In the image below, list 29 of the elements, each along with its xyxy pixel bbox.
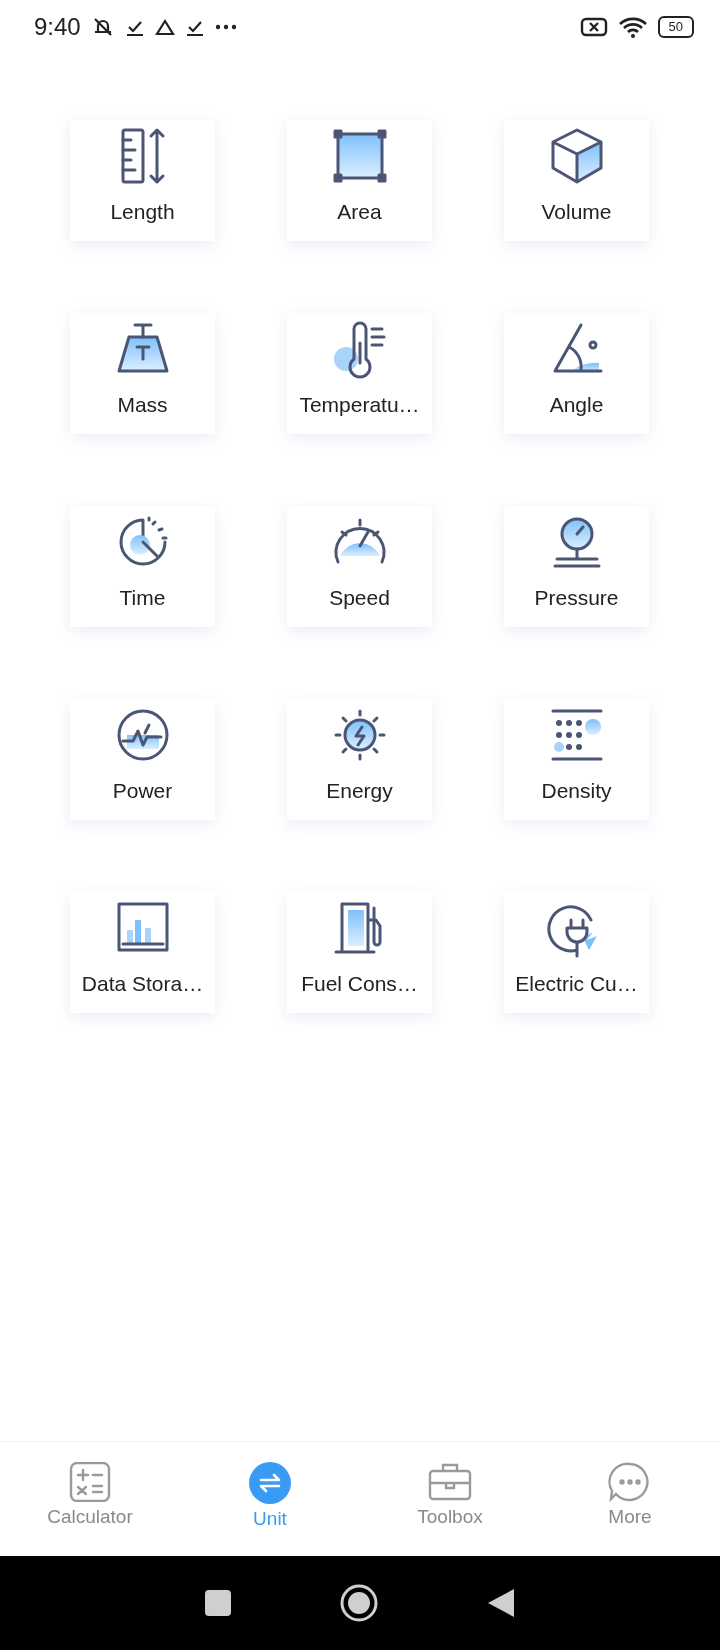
status-time: 9:40 (34, 13, 81, 41)
unit-category-card[interactable]: Length (70, 120, 215, 241)
unit-category-card[interactable]: Volume (504, 120, 649, 241)
battery-indicator: 50 (657, 16, 694, 38)
unit-category-card[interactable]: Fuel Cons… (287, 892, 432, 1013)
unit-category-card[interactable]: Data Stora… (70, 892, 215, 1013)
chat-icon (608, 1462, 652, 1502)
recents-button[interactable] (203, 1589, 232, 1617)
sim-icon (579, 16, 608, 38)
unit-category-card[interactable]: Angle (504, 313, 649, 434)
unit-category-card[interactable]: Mass (70, 313, 215, 434)
more-dots-icon (214, 24, 237, 30)
unit-category-card[interactable]: Pressure (504, 506, 649, 627)
calculator-icon (68, 1462, 112, 1502)
unit-category-card[interactable]: Speed (287, 506, 432, 627)
unit-category-card[interactable]: Area (287, 120, 432, 241)
unit-category-card[interactable]: Density (504, 699, 649, 820)
toolbox-icon (428, 1462, 472, 1502)
wifi-icon (617, 15, 648, 39)
nav-tab[interactable]: More (540, 1442, 720, 1556)
unit-category-card[interactable]: Energy (287, 699, 432, 820)
unit-category-card[interactable]: Time (70, 506, 215, 627)
unit-category-card[interactable]: Temperatu… (287, 313, 432, 434)
swap-icon (249, 1462, 291, 1504)
unit-category-card[interactable]: Electric Cu… (504, 892, 649, 1013)
unit-category-card[interactable]: Power (70, 699, 215, 820)
nav-tab[interactable]: Toolbox (360, 1442, 540, 1556)
home-button[interactable] (339, 1583, 379, 1623)
back-button[interactable] (486, 1587, 517, 1619)
